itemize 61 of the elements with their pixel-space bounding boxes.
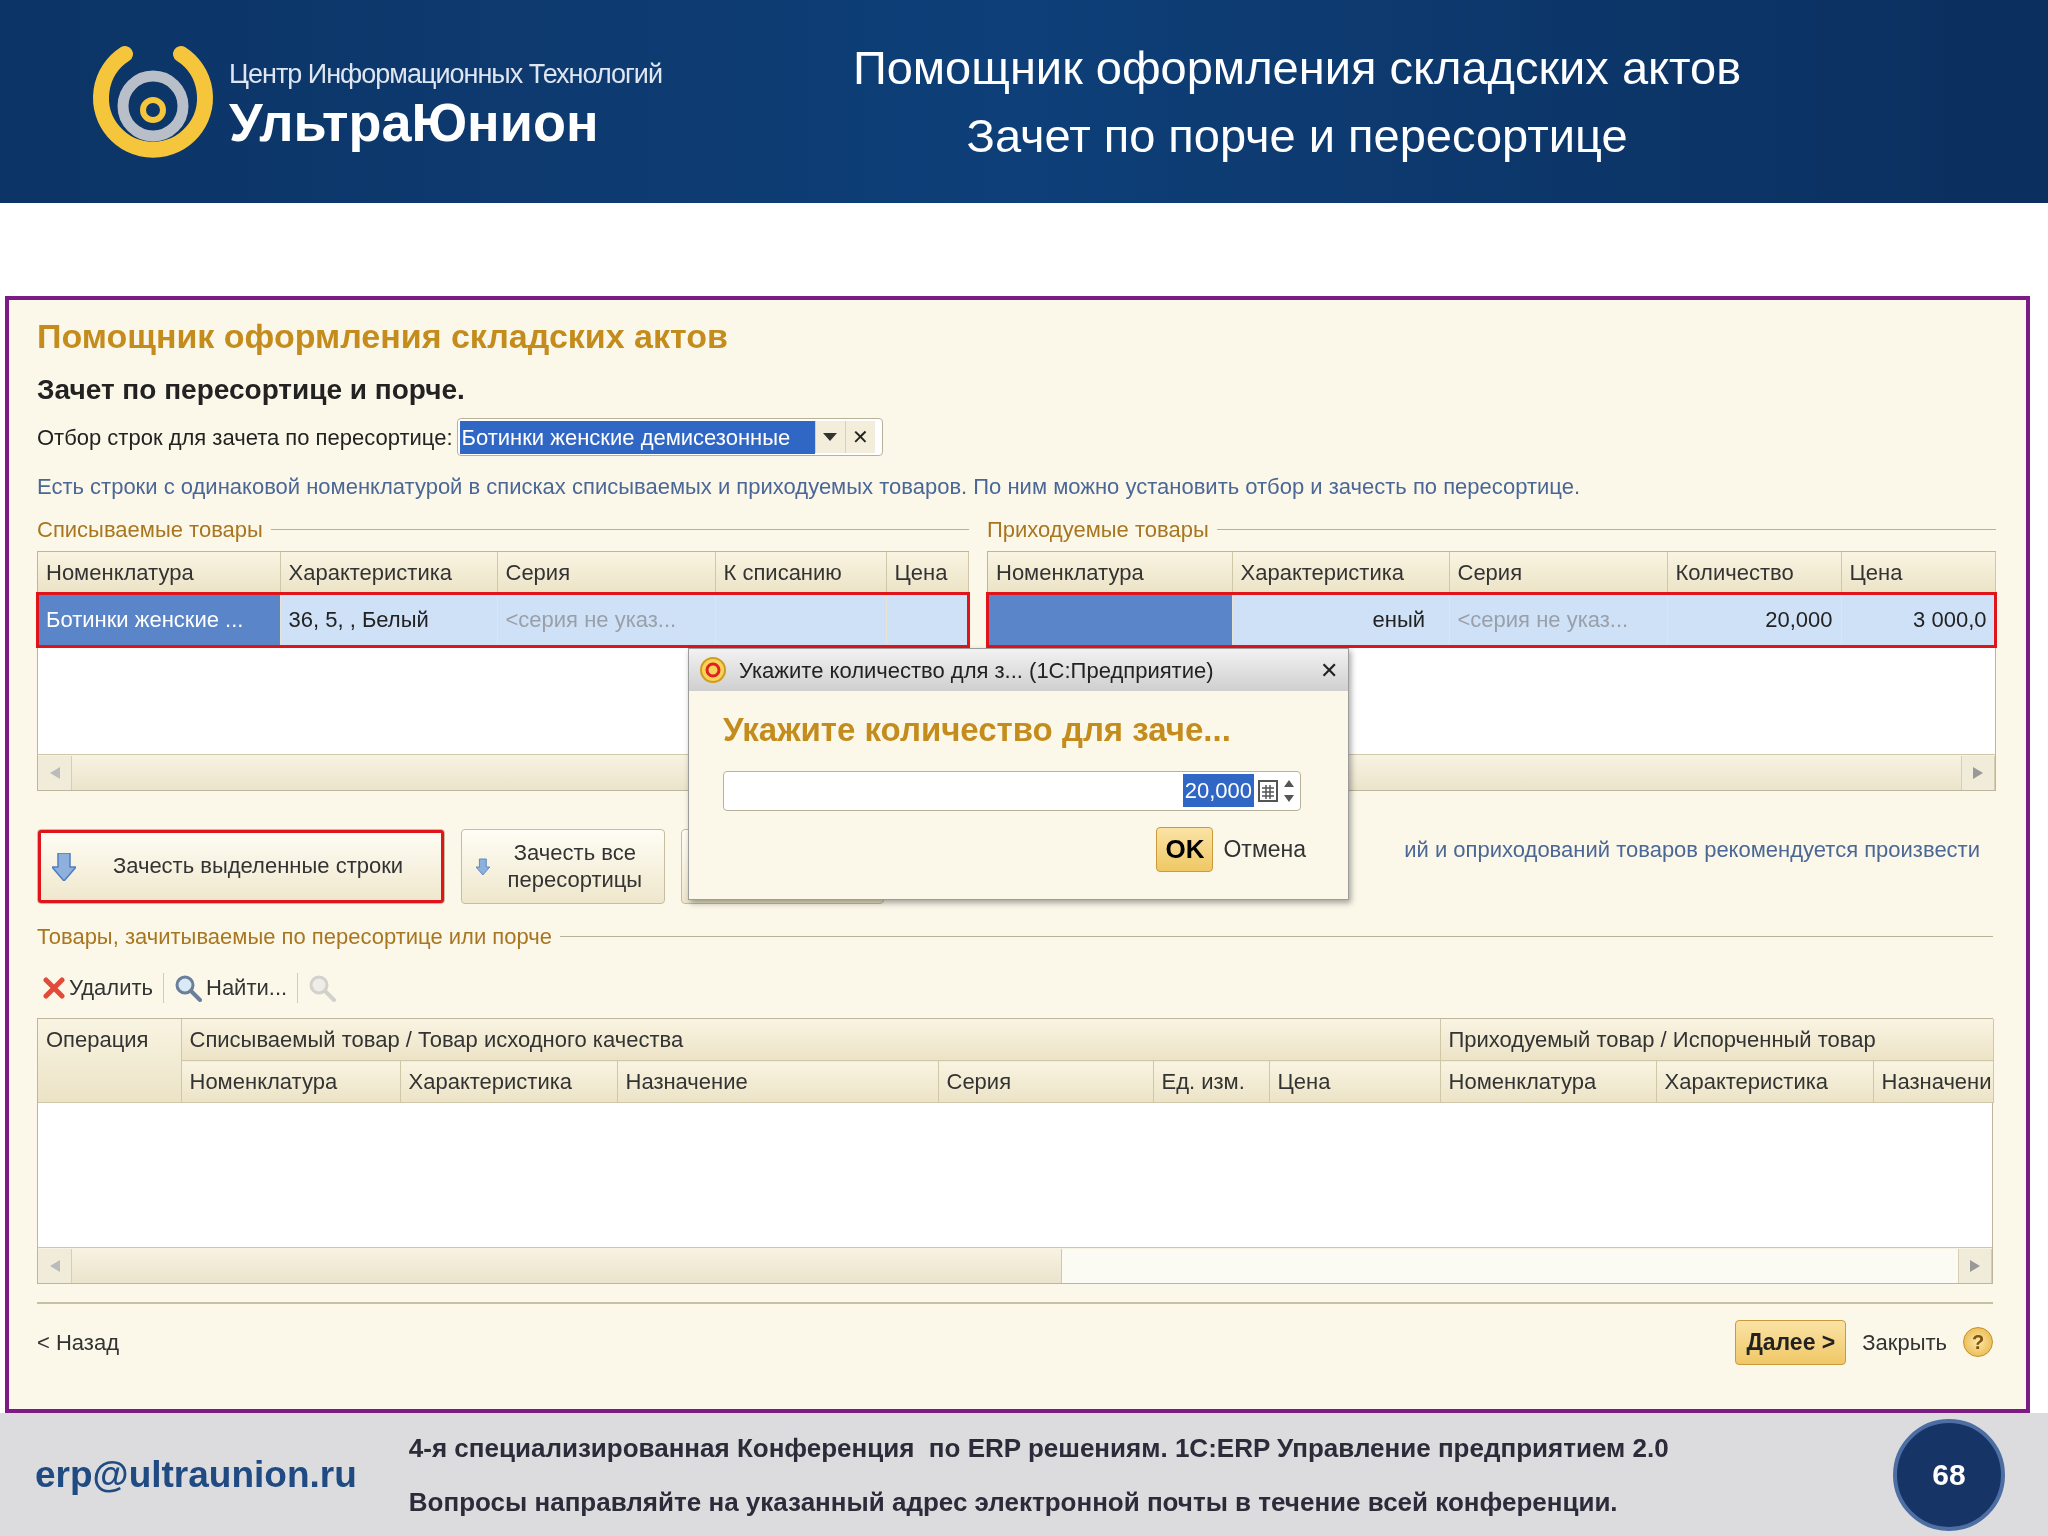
info-text: Есть строки с одинаковой номенклатурой в списках списываемых и приходуемых товаров. По ним можно установить отбор и зачесть по пересортице.: [37, 473, 1582, 501]
footer-text: 4-я специализированная Конференция по ERP решениям. 1С:ERP Управление предприятием 2.0: [408, 1431, 1669, 1465]
window-title: Помощник оформления складских актов: [37, 316, 729, 357]
group-label: Списываемые товары: [37, 515, 263, 544]
footer-text: Вопросы направляйте на указанный адрес электронной почты в течение всей конференции.: [408, 1485, 1619, 1519]
column-header[interactable]: Операция: [38, 1019, 181, 1103]
table-cell: 20,000: [1765, 607, 1833, 633]
close-button[interactable]: Закрыть: [1862, 1325, 1947, 1359]
toolbar-button[interactable]: Найти...: [168, 971, 294, 1004]
window-subtitle: Зачет по пересортице и порче.: [37, 373, 466, 407]
table-row[interactable]: Ботинки женские ... 36, 5, , Белый <серия не указ...: [38, 593, 968, 646]
column-header[interactable]: Цена: [886, 552, 968, 594]
column-header[interactable]: Серия: [1449, 552, 1667, 594]
column-header[interactable]: Характеристика: [1232, 552, 1449, 594]
dialog-heading: Укажите количество для заче...: [723, 710, 1232, 750]
action-button[interactable]: Зачесть выделенные строки: [37, 829, 445, 904]
column-header[interactable]: К списанию: [715, 552, 886, 594]
column-header[interactable]: Номенклатура: [988, 552, 1232, 594]
column-header[interactable]: Количество: [1667, 552, 1841, 594]
help-icon[interactable]: ?: [1963, 1327, 1993, 1358]
group-label: Товары, зачитываемые по пересортице или порче: [37, 923, 552, 951]
table-cell: <серия не указ...: [505, 607, 677, 633]
page-number: 68: [1893, 1418, 2005, 1531]
column-header[interactable]: Списываемый товар / Товар исходного качества: [181, 1019, 1440, 1061]
next-button[interactable]: Далее >: [1735, 1320, 1847, 1365]
quantity-field[interactable]: 20,000: [723, 770, 1301, 811]
group-label: Приходуемые товары: [987, 515, 1209, 544]
column-header[interactable]: Назначение: [617, 1060, 938, 1103]
column-header[interactable]: Назначени: [1873, 1060, 1994, 1103]
table-cell: 36, 5, , Белый: [288, 607, 429, 633]
column-header[interactable]: Цена: [1841, 552, 1995, 594]
column-header[interactable]: Ед. изм.: [1153, 1060, 1269, 1103]
dialog-button[interactable]: OK: [1156, 826, 1214, 872]
filter-combo[interactable]: Ботинки женские демисезонные ✕: [456, 418, 883, 456]
table-cell: еный: [1372, 607, 1425, 633]
toolbar-button[interactable]: Удалить: [37, 971, 159, 1004]
dialog-title: Укажите количество для з... (1С:Предприятие): [739, 656, 1215, 685]
column-header[interactable]: Номенклатура: [1440, 1060, 1656, 1103]
table-cell: <серия не указ...: [1457, 607, 1629, 633]
column-header[interactable]: Характеристика: [1656, 1060, 1873, 1103]
column-header[interactable]: Приходуемый товар / Испорченный товар: [1440, 1019, 1994, 1061]
close-icon[interactable]: ✕: [1320, 653, 1338, 687]
logo-tagline: Центр Информационных Технологий: [229, 58, 663, 92]
column-header[interactable]: Серия: [497, 552, 715, 594]
table-cell: 3 000,0: [1913, 607, 1987, 633]
table-row[interactable]: еный <серия не указ... 20,000 3 000,0: [988, 593, 1995, 646]
slide-title: Зачет по порче и пересортице: [965, 107, 1629, 164]
column-header[interactable]: Цена: [1269, 1060, 1440, 1103]
table-cell: Ботинки женские ...: [46, 607, 244, 633]
filter-label: Отбор строк для зачета по пересортице:: [37, 423, 453, 452]
note-text: ий и оприходований товаров рекомендуется произвести: [1404, 836, 1980, 864]
action-button[interactable]: Зачесть все пересортицы: [461, 829, 665, 904]
dialog-button[interactable]: Отмена: [1217, 830, 1312, 868]
column-header[interactable]: Номенклатура: [181, 1060, 400, 1103]
email-text: erp@ultraunion.ru: [35, 1452, 357, 1497]
column-header[interactable]: Серия: [938, 1060, 1153, 1103]
column-header[interactable]: Характеристика: [400, 1060, 617, 1103]
slide-title: Помощник оформления складских актов: [851, 39, 1743, 96]
column-header[interactable]: Номенклатура: [38, 552, 280, 594]
column-header[interactable]: Характеристика: [280, 552, 497, 594]
back-button[interactable]: < Назад: [37, 1325, 119, 1359]
